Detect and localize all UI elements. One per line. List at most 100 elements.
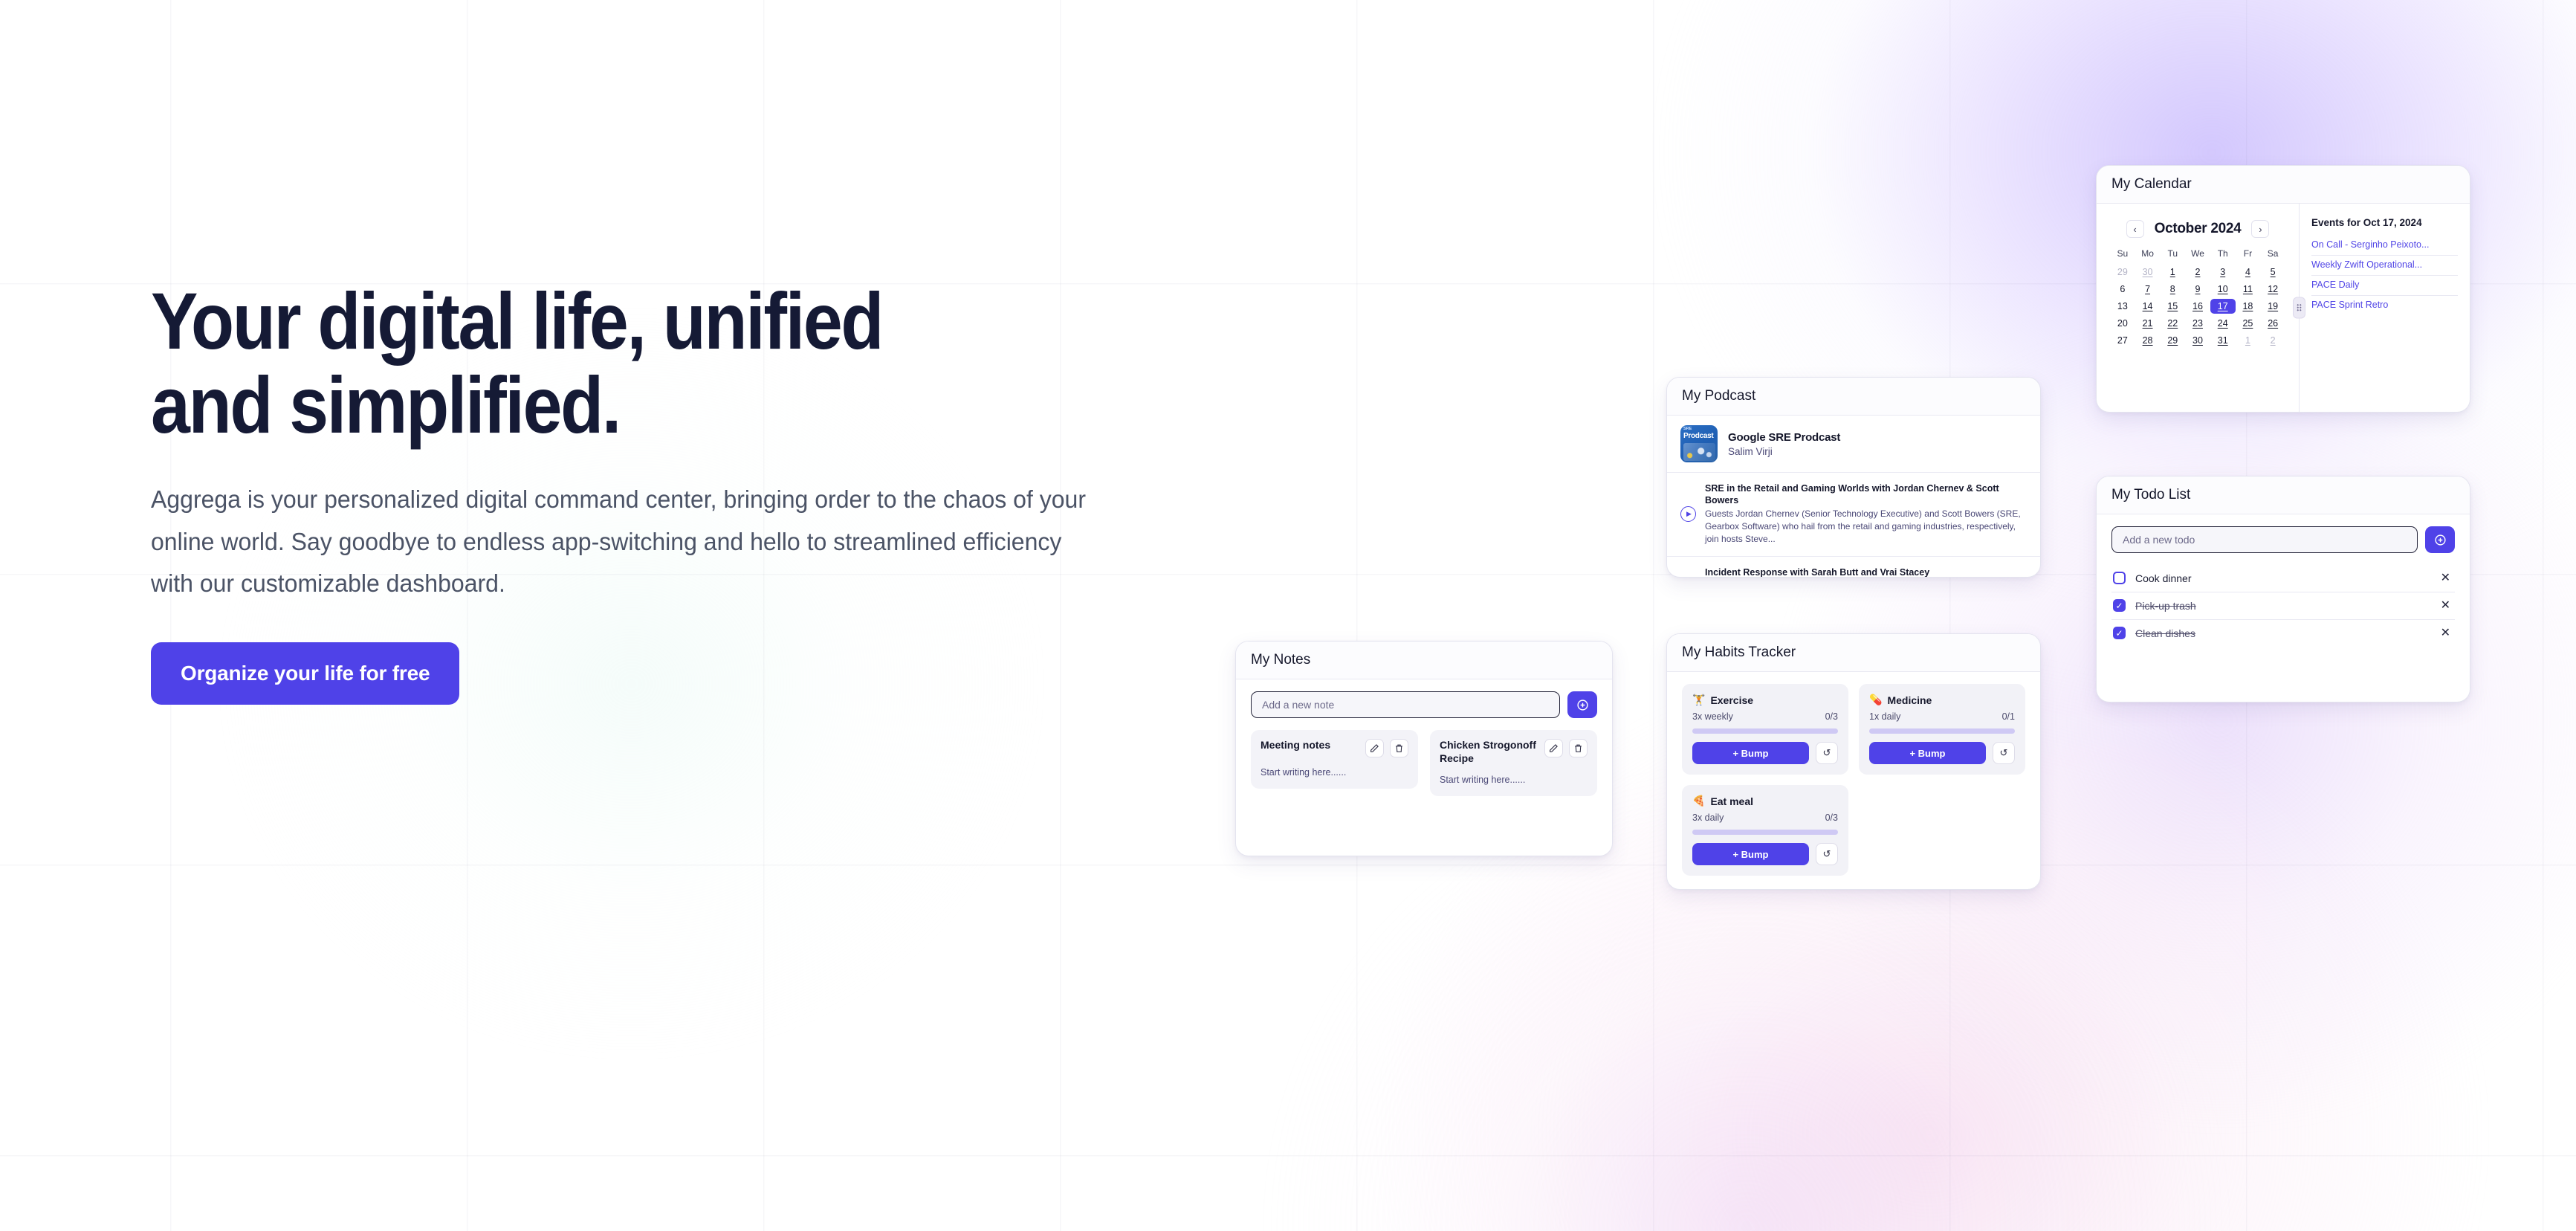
todo-checkbox[interactable] [2113, 599, 2126, 612]
calendar-day-cell[interactable]: 23 [2185, 316, 2210, 331]
habit-title: Exercise [1710, 694, 1754, 706]
calendar-day-cell[interactable]: 26 [2260, 316, 2285, 331]
habit-bump-button[interactable]: + Bump [1869, 742, 1986, 764]
calendar-day-cell[interactable]: 5 [2260, 265, 2285, 280]
habits-widget-card: My Habits Tracker 🏋 Exercise 3x weekly 0/3 +… [1666, 633, 2041, 890]
remove-todo-button[interactable]: ✕ [2438, 627, 2453, 639]
add-todo-button[interactable] [2425, 526, 2455, 553]
calendar-events-pane: Events for Oct 17, 2024 On Call - Sergin… [2300, 204, 2470, 412]
calendar-day-cell[interactable]: 18 [2236, 299, 2261, 314]
calendar-day-cell[interactable]: 1 [2236, 333, 2261, 348]
todo-input[interactable] [2111, 526, 2418, 553]
calendar-day-cell[interactable]: 30 [2135, 265, 2161, 280]
organize-your-life-button[interactable]: Organize your life for free [151, 642, 460, 705]
add-note-button[interactable] [1567, 691, 1597, 718]
remove-todo-button[interactable]: ✕ [2438, 572, 2453, 584]
calendar-day-cell[interactable]: 28 [2135, 333, 2161, 348]
habit-progress-bar [1692, 728, 1838, 734]
calendar-day-cell[interactable]: 1 [2160, 265, 2185, 280]
habit-reset-button[interactable]: ↺ [1816, 843, 1838, 865]
calendar-card-title: My Calendar [2097, 166, 2470, 204]
habit-name-row: 🍕 Eat meal [1692, 795, 1838, 807]
habit-reset-button[interactable]: ↺ [1993, 742, 2015, 764]
todo-checkbox[interactable] [2113, 572, 2126, 584]
calendar-day-cell[interactable]: 27 [2110, 333, 2135, 348]
calendar-day-cell[interactable]: 9 [2185, 282, 2210, 297]
habit-emoji-icon: 💊 [1869, 694, 1883, 705]
calendar-day-cell[interactable]: 30 [2185, 333, 2210, 348]
habit-progress: 0/3 [1825, 812, 1838, 823]
edit-note-button[interactable] [1365, 739, 1384, 757]
calendar-day-cell[interactable]: 8 [2160, 282, 2185, 297]
calendar-resize-handle[interactable] [2293, 297, 2305, 319]
todo-item: Clean dishes ✕ [2111, 620, 2455, 647]
todo-checkbox[interactable] [2113, 627, 2126, 639]
trash-icon [1575, 744, 1582, 752]
pencil-icon [1550, 744, 1558, 752]
todo-item-label: Clean dishes [2135, 627, 2195, 639]
calendar-dow-su: Su [2117, 248, 2129, 259]
habit-bump-button[interactable]: + Bump [1692, 742, 1809, 764]
habit-progress: 0/3 [1825, 711, 1838, 722]
note-input[interactable] [1251, 691, 1560, 718]
todo-item: Cook dinner ✕ [2111, 565, 2455, 592]
plus-circle-icon [1576, 699, 1588, 711]
calendar-day-cell[interactable]: 3 [2210, 265, 2236, 280]
calendar-day-cell[interactable]: 25 [2236, 316, 2261, 331]
play-icon[interactable]: ▶ [1680, 506, 1696, 523]
calendar-day-cell[interactable]: 4 [2236, 265, 2261, 280]
podcast-card-title: My Podcast [1667, 378, 2040, 416]
calendar-dow-mo: Mo [2141, 248, 2154, 259]
calendar-widget-card: My Calendar ‹ October 2024 › Su Mo Tu We Th F… [2096, 165, 2470, 413]
calendar-next-month-button[interactable]: › [2251, 220, 2270, 238]
notes-widget-card: My Notes Meeting notes Start writing here… [1235, 641, 1613, 856]
calendar-day-cell[interactable]: 11 [2236, 282, 2261, 297]
calendar-day-cell[interactable]: 17 [2210, 299, 2236, 314]
calendar-day-cell[interactable]: 16 [2185, 299, 2210, 314]
calendar-day-cell[interactable]: 29 [2160, 333, 2185, 348]
habit-bump-button[interactable]: + Bump [1692, 843, 1809, 865]
podcast-show-author: Salim Virji [1728, 445, 1773, 457]
calendar-day-cell[interactable]: 7 [2135, 282, 2161, 297]
note-head: Meeting notes [1261, 739, 1408, 757]
habit-meta: 1x daily 0/1 [1869, 711, 2015, 722]
edit-note-button[interactable] [1544, 739, 1563, 757]
habit-name-row: 💊 Medicine [1869, 694, 2015, 706]
trash-icon [1396, 744, 1402, 752]
delete-note-button[interactable] [1569, 739, 1588, 757]
calendar-event-item[interactable]: On Call - Serginho Peixoto... [2311, 236, 2458, 256]
todo-item: Pick-up trash ✕ [2111, 592, 2455, 620]
calendar-event-item[interactable]: Weekly Zwift Operational... [2311, 256, 2458, 276]
podcast-episode-description: Guests Jordan Chernev (Senior Technology… [1705, 508, 2021, 545]
calendar-prev-month-button[interactable]: ‹ [2126, 220, 2144, 238]
calendar-event-item[interactable]: PACE Daily [2311, 276, 2458, 296]
plus-circle-icon [2434, 534, 2446, 546]
calendar-day-cell[interactable]: 10 [2210, 282, 2236, 297]
calendar-day-cell[interactable]: 29 [2110, 265, 2135, 280]
calendar-day-cell[interactable]: 21 [2135, 316, 2161, 331]
calendar-day-cell[interactable]: 15 [2160, 299, 2185, 314]
calendar-day-cell[interactable]: 13 [2110, 299, 2135, 314]
remove-todo-button[interactable]: ✕ [2438, 599, 2453, 612]
calendar-day-cell[interactable]: 24 [2210, 316, 2236, 331]
hero-page: Your digital life, unified and simplifie… [0, 0, 2576, 1231]
calendar-day-cell[interactable]: 22 [2160, 316, 2185, 331]
calendar-day-cell[interactable]: 19 [2260, 299, 2285, 314]
calendar-day-cell[interactable]: 2 [2185, 265, 2210, 280]
habit-meta: 3x weekly 0/3 [1692, 711, 1838, 722]
calendar-day-cell[interactable]: 31 [2210, 333, 2236, 348]
calendar-day-cell[interactable]: 6 [2110, 282, 2135, 297]
calendar-day-cell[interactable]: 20 [2110, 316, 2135, 331]
podcast-episode: ▶ SRE in the Retail and Gaming Worlds wit… [1667, 473, 2040, 557]
calendar-day-cell[interactable]: 14 [2135, 299, 2161, 314]
calendar-day-cell[interactable]: 12 [2260, 282, 2285, 297]
calendar-event-item[interactable]: PACE Sprint Retro [2311, 296, 2458, 315]
podcast-episode-title: SRE in the Retail and Gaming Worlds with… [1705, 483, 1999, 506]
todo-card-title: My Todo List [2097, 476, 2470, 514]
podcast-show-row[interactable]: SRE Prodcast Google SRE Prodcast Salim V… [1667, 416, 2040, 473]
calendar-day-grid: Su Mo Tu We Th Fr Sa 29 30 1 2 3 4 5 6 7 8 9 10 11 12 13 14 15 1… [2110, 245, 2285, 348]
calendar-day-cell[interactable]: 2 [2260, 333, 2285, 348]
habit-reset-button[interactable]: ↺ [1816, 742, 1838, 764]
hero-content: Your digital life, unified and simplifie… [151, 279, 1191, 705]
delete-note-button[interactable] [1390, 739, 1408, 757]
